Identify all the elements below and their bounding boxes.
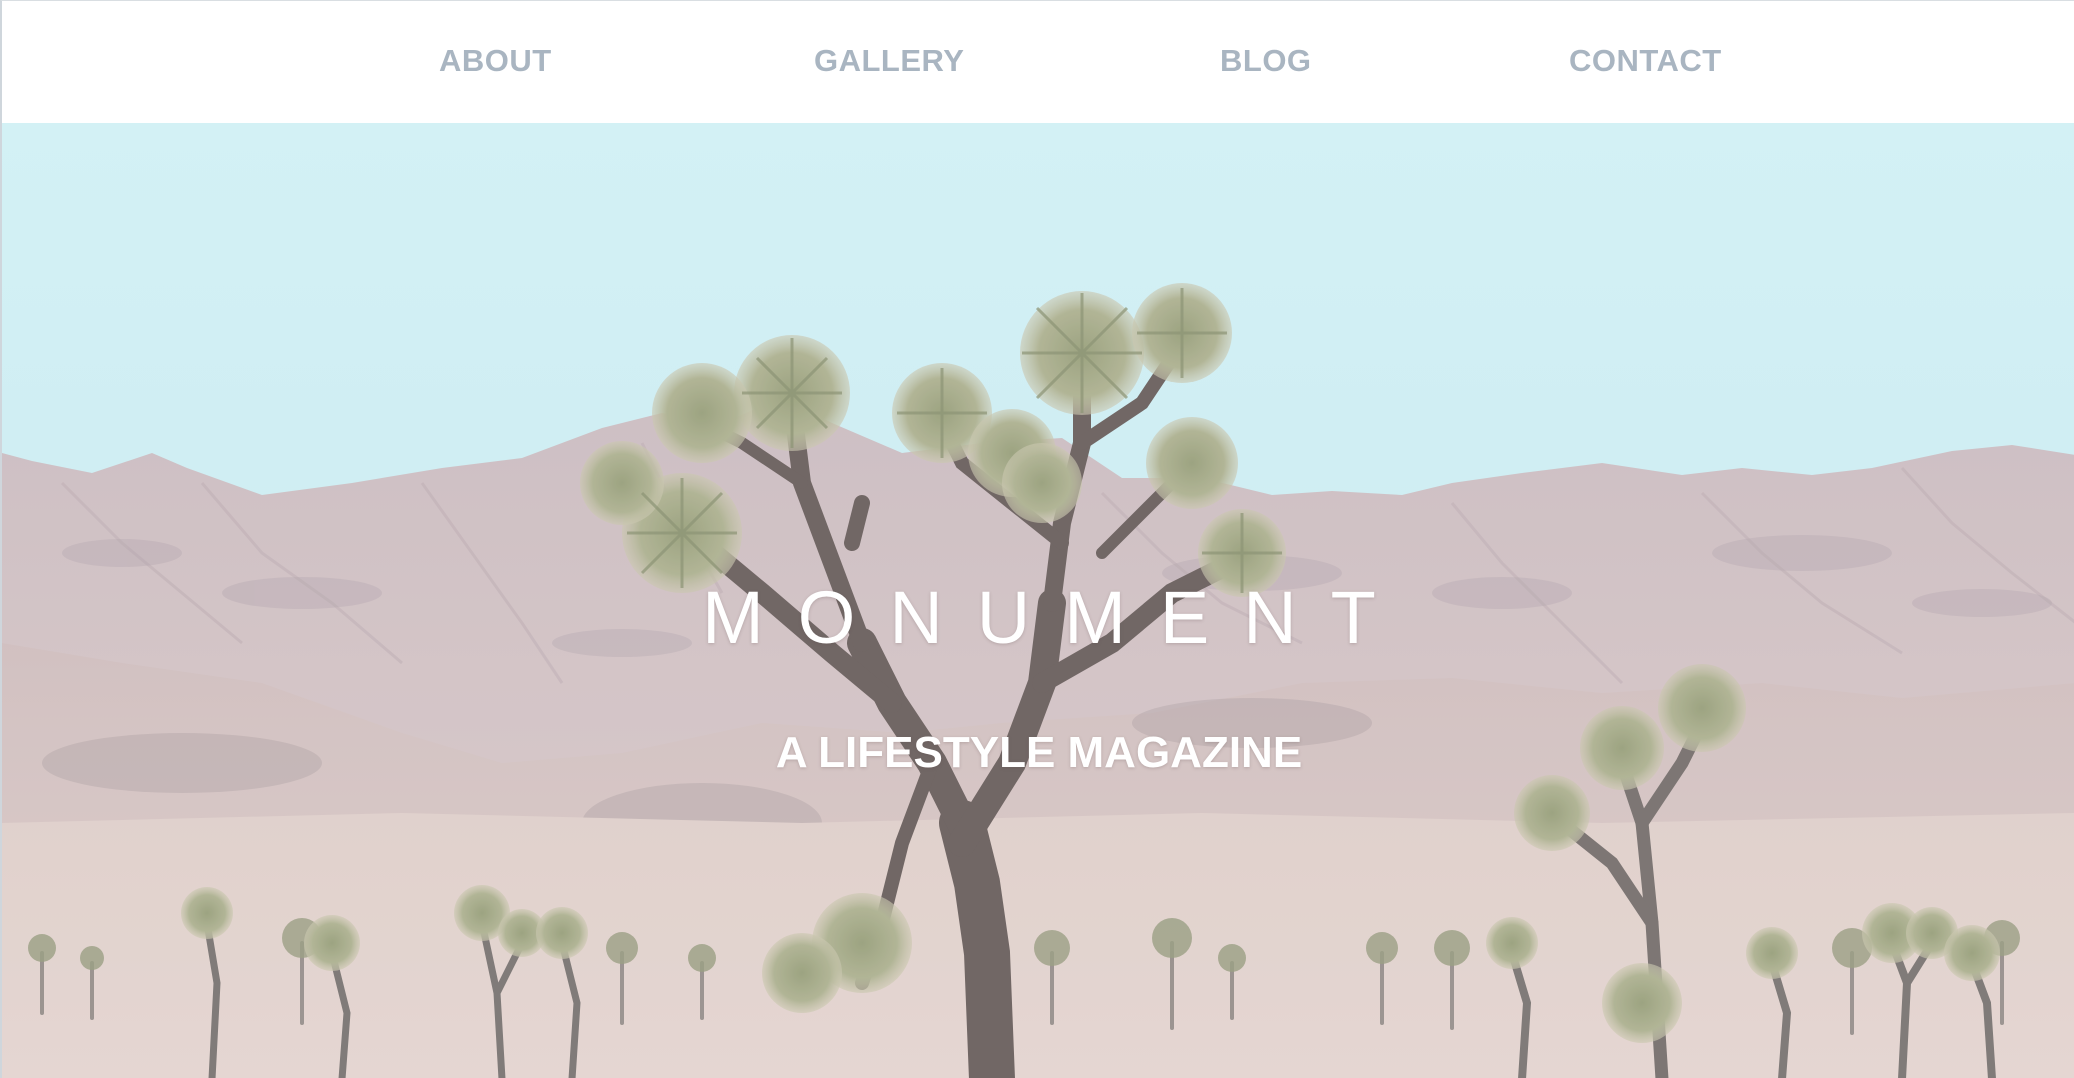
nav-link-contact[interactable]: CONTACT (1569, 41, 1722, 81)
hero-banner (2, 123, 2074, 1078)
hero-background-image (2, 123, 2074, 1078)
page: ABOUT GALLERY BLOG CONTACT MONUMENT A LI… (0, 0, 2074, 1078)
nav-link-about[interactable]: ABOUT (439, 41, 552, 81)
nav-link-blog[interactable]: BLOG (1220, 41, 1312, 81)
nav-link-gallery[interactable]: GALLERY (814, 41, 964, 81)
top-navigation: ABOUT GALLERY BLOG CONTACT (2, 1, 2074, 123)
